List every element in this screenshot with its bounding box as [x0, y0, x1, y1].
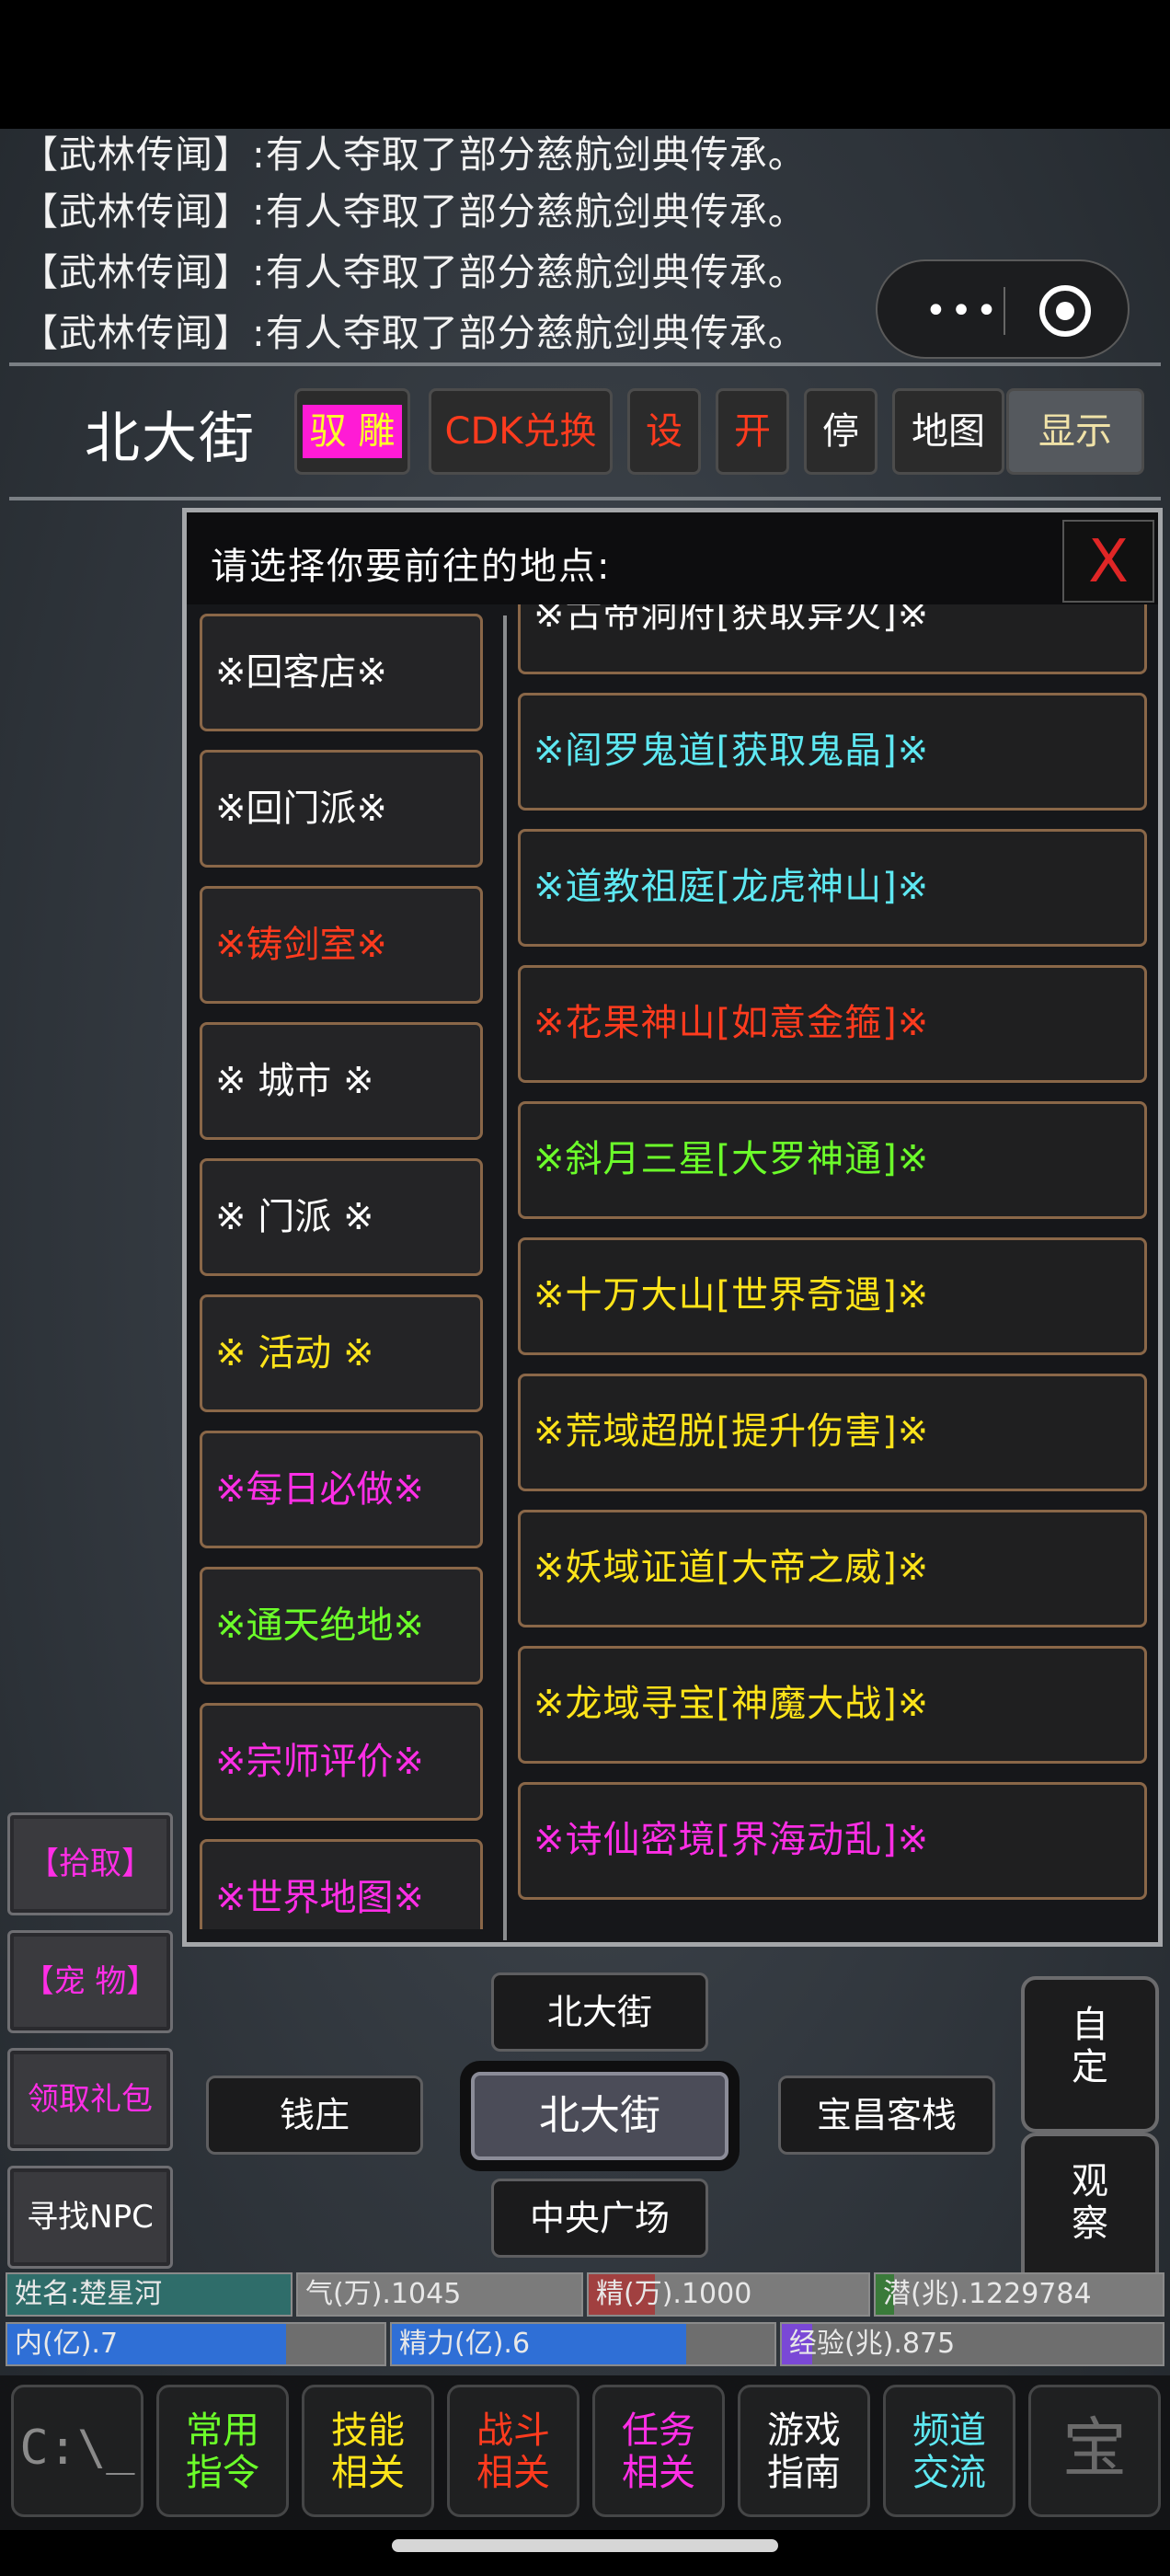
- stat-jing-text: 精(万).1000: [596, 2278, 752, 2310]
- menu-label: 游戏: [767, 2409, 841, 2452]
- destination-dialog: 请选择你要前往的地点: X ※回客店※ ※回门派※ ※铸剑室※ ※ 城市 ※ ※…: [182, 508, 1163, 1947]
- close-button[interactable]: X: [1062, 520, 1154, 603]
- nav-west-button[interactable]: 钱庄: [206, 2076, 423, 2155]
- ride-eagle-button[interactable]: 驭 雕: [294, 388, 410, 475]
- stat-name: 姓名:楚星河: [6, 2272, 292, 2317]
- menu-quests[interactable]: 任务 相关: [592, 2385, 725, 2517]
- menu-common-commands[interactable]: 常用 指令: [156, 2385, 289, 2517]
- category-return-sect[interactable]: ※回门派※: [200, 750, 483, 868]
- category-city[interactable]: ※ 城市 ※: [200, 1022, 483, 1140]
- custom-label: 自定: [1072, 2004, 1108, 2088]
- stop-button[interactable]: 停: [804, 388, 878, 475]
- category-sect[interactable]: ※ 门派 ※: [200, 1158, 483, 1276]
- stat-qian-text: 潜(兆).1229784: [883, 2278, 1092, 2310]
- destination-item[interactable]: ※妖域证道[大帝之威]※: [518, 1510, 1147, 1627]
- menu-label: 频道: [912, 2409, 986, 2452]
- stat-exp-text: 经验(兆).875: [789, 2328, 956, 2360]
- more-icon[interactable]: •••: [912, 285, 1014, 337]
- destination-item[interactable]: ※龙域寻宝[神魔大战]※: [518, 1646, 1147, 1764]
- divider: [9, 497, 1161, 500]
- category-tongtian[interactable]: ※通天绝地※: [200, 1567, 483, 1685]
- destination-list: ※古帝洞府[获取异火]※ ※阎罗鬼道[获取鬼晶]※ ※道教祖庭[龙虎神山]※ ※…: [518, 604, 1153, 1938]
- destination-item[interactable]: ※诗仙密境[界海动乱]※: [518, 1782, 1147, 1900]
- display-button[interactable]: 显示: [1006, 388, 1144, 475]
- nav-current-location: 北大街: [471, 2072, 728, 2160]
- dialog-header: 请选择你要前往的地点: X: [187, 512, 1158, 604]
- category-activity[interactable]: ※ 活动 ※: [200, 1294, 483, 1412]
- category-master-rating[interactable]: ※宗师评价※: [200, 1703, 483, 1821]
- menu-label: 相关: [476, 2452, 550, 2494]
- destination-item[interactable]: ※荒域超脱[提升伤害]※: [518, 1374, 1147, 1491]
- divider: [1004, 287, 1005, 335]
- stat-jingli-text: 精力(亿).6: [399, 2328, 531, 2360]
- divider: [9, 362, 1161, 366]
- pet-button[interactable]: 【宠 物】: [7, 1930, 173, 2033]
- category-daily[interactable]: ※每日必做※: [200, 1431, 483, 1548]
- menu-game-guide[interactable]: 游戏 指南: [738, 2385, 870, 2517]
- custom-button[interactable]: 自定: [1021, 1976, 1159, 2133]
- ride-eagle-label: 驭 雕: [302, 405, 403, 458]
- dialog-title: 请选择你要前往的地点:: [211, 546, 612, 588]
- stat-nei-text: 内(亿).7: [15, 2328, 119, 2360]
- menu-label: 常用: [186, 2409, 259, 2452]
- category-world-map[interactable]: ※世界地图※: [200, 1839, 483, 1929]
- stat-qian: 潜(兆).1229784: [874, 2272, 1164, 2317]
- menu-label: 指令: [186, 2452, 259, 2494]
- menu-label: 指南: [767, 2452, 841, 2494]
- miniprogram-capsule: •••: [876, 259, 1130, 359]
- news-line: 【武林传闻】:有人夺取了部分慈航剑典传承。: [20, 190, 807, 234]
- home-indicator[interactable]: [392, 2539, 778, 2552]
- settings-button[interactable]: 设: [627, 388, 701, 475]
- menu-label: 任务: [622, 2409, 695, 2452]
- stat-qi: 气(万).1045: [296, 2272, 583, 2317]
- stat-jingli: 精力(亿).6: [390, 2322, 776, 2366]
- destination-item[interactable]: ※阎罗鬼道[获取鬼晶]※: [518, 693, 1147, 811]
- destination-item[interactable]: ※道教祖庭[龙虎神山]※: [518, 829, 1147, 947]
- stat-exp: 经验(兆).875: [780, 2322, 1164, 2366]
- stat-qi-text: 气(万).1045: [305, 2278, 462, 2310]
- menu-label: 相关: [331, 2452, 405, 2494]
- bottom-menu: C:\_ 常用 指令 技能 相关 战斗 相关 任务 相关 游戏 指南 频道 交流…: [0, 2375, 1170, 2530]
- destination-item[interactable]: ※斜月三星[大罗神通]※: [518, 1101, 1147, 1219]
- claim-gift-button[interactable]: 领取礼包: [7, 2048, 173, 2151]
- news-line: 【武林传闻】:有人夺取了部分慈航剑典传承。: [20, 132, 807, 177]
- stat-name-text: 姓名:楚星河: [15, 2278, 163, 2310]
- stat-nei: 内(亿).7: [6, 2322, 386, 2366]
- menu-skills[interactable]: 技能 相关: [302, 2385, 434, 2517]
- start-button[interactable]: 开: [716, 388, 789, 475]
- destination-item[interactable]: ※花果神山[如意金箍]※: [518, 965, 1147, 1083]
- location-title: 北大街: [85, 407, 256, 471]
- stat-jing: 精(万).1000: [587, 2272, 870, 2317]
- cdk-redeem-button[interactable]: CDK兑换: [429, 388, 613, 475]
- map-button[interactable]: 地图: [892, 388, 1004, 475]
- column-divider: [503, 615, 507, 1940]
- nav-east-button[interactable]: 宝昌客栈: [778, 2076, 995, 2155]
- destination-item[interactable]: ※古帝洞府[获取异火]※: [518, 604, 1147, 674]
- observe-label: 观察: [1072, 2160, 1108, 2245]
- menu-channel-chat[interactable]: 频道 交流: [883, 2385, 1015, 2517]
- destination-item[interactable]: ※十万大山[世界奇遇]※: [518, 1237, 1147, 1355]
- find-npc-button[interactable]: 寻找NPC: [7, 2166, 173, 2269]
- news-line: 【武林传闻】:有人夺取了部分慈航剑典传承。: [20, 311, 807, 355]
- nav-south-button[interactable]: 中央广场: [491, 2179, 708, 2258]
- observe-button[interactable]: 观察: [1021, 2133, 1159, 2289]
- menu-label: 相关: [622, 2452, 695, 2494]
- category-list: ※回客店※ ※回门派※ ※铸剑室※ ※ 城市 ※ ※ 门派 ※ ※ 活动 ※ ※…: [196, 604, 490, 1929]
- gesture-bar: [0, 2530, 1170, 2576]
- close-miniprogram-icon[interactable]: [1039, 285, 1091, 337]
- console-icon[interactable]: C:\_: [11, 2385, 143, 2517]
- pickup-button[interactable]: 【拾取】: [7, 1812, 173, 1915]
- category-return-inn[interactable]: ※回客店※: [200, 614, 483, 731]
- menu-label: 战斗: [476, 2409, 550, 2452]
- news-line: 【武林传闻】:有人夺取了部分慈航剑典传承。: [20, 250, 807, 294]
- menu-label: 交流: [912, 2452, 986, 2494]
- category-forge[interactable]: ※铸剑室※: [200, 886, 483, 1004]
- status-bar: [0, 0, 1170, 129]
- menu-label: 技能: [331, 2409, 405, 2452]
- nav-north-button[interactable]: 北大街: [491, 1972, 708, 2052]
- menu-combat[interactable]: 战斗 相关: [447, 2385, 579, 2517]
- treasure-icon[interactable]: 宝: [1028, 2385, 1161, 2517]
